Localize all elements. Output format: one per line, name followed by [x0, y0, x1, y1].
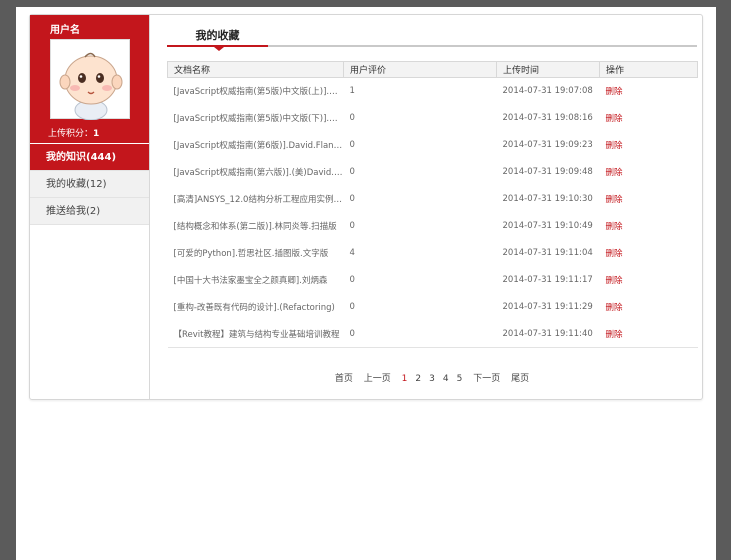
upload-time: 2014-07-31 19:11:17: [502, 275, 593, 285]
upload-points-value: 1: [93, 129, 100, 139]
sidebar-item-my-favorites[interactable]: 我的收藏(12): [30, 171, 149, 198]
document-name-link[interactable]: [中国十大书法家墨宝全之颜真卿].刘炳森: [168, 267, 344, 294]
delete-link[interactable]: 删除: [606, 87, 623, 97]
favorites-panel: 用户名 上传积分：1 我的知识(444) 我的收藏(12) 推送给我(2) 我的…: [29, 14, 703, 400]
rating-value: 0: [349, 113, 355, 123]
document-name-link[interactable]: [JavaScript权威指南(第5版)中文版(下)].David Flanag…: [168, 105, 344, 132]
rating-value: 0: [349, 302, 355, 312]
document-name-link[interactable]: 【Revit教程】建筑与结构专业基础培训教程: [167, 320, 344, 348]
upload-time: 2014-07-31 19:09:23: [502, 140, 593, 150]
table-row: [结构概念和体系(第二版)].林同炎等.扫描版 0 2014-07-31 19:10…: [168, 213, 698, 240]
action-cell: 删除: [600, 105, 698, 132]
rating-value: 0: [349, 194, 355, 204]
upload-points: 上传积分：1: [48, 126, 99, 139]
tab-active-indicator: [214, 47, 224, 51]
action-cell: 删除: [600, 159, 698, 186]
rating-value: 0: [349, 140, 355, 150]
upload-points-label: 上传积分：: [48, 129, 94, 139]
column-header-time: 上传时间: [496, 61, 600, 78]
page-background: 用户名 上传积分：1 我的知识(444) 我的收藏(12) 推送给我(2) 我的…: [16, 7, 716, 560]
avatar-baby-image: [59, 52, 123, 121]
upload-time: 2014-07-31 19:10:49: [502, 221, 593, 231]
delete-link[interactable]: 删除: [606, 141, 623, 151]
action-cell: 删除: [600, 186, 698, 213]
rating-value: 0: [349, 167, 355, 177]
upload-time: 2014-07-31 19:11:04: [502, 248, 593, 258]
pager-last[interactable]: 尾页: [511, 374, 529, 384]
document-name-link[interactable]: [重构-改善既有代码的设计].(Refactoring): [168, 294, 344, 321]
upload-time: 2014-07-31 19:10:30: [502, 194, 593, 204]
table-row: 【Revit教程】建筑与结构专业基础培训教程 0 2014-07-31 19:11:…: [167, 320, 698, 348]
action-cell: 删除: [599, 320, 698, 348]
table-header-row: 文档名称 用户评价 上传时间 操作: [167, 61, 698, 78]
action-cell: 删除: [600, 267, 698, 294]
document-name-link[interactable]: [JavaScript权威指南(第5版)中文版(上)].David Flanag…: [168, 78, 344, 105]
document-name-link[interactable]: [结构概念和体系(第二版)].林同炎等.扫描版: [168, 213, 344, 240]
action-cell: 删除: [600, 294, 698, 321]
pager-page-5[interactable]: 5: [457, 374, 463, 384]
sidebar-item-pushed-to-me[interactable]: 推送给我(2): [30, 198, 149, 225]
sidebar: 用户名 上传积分：1 我的知识(444) 我的收藏(12) 推送给我(2): [30, 15, 150, 399]
delete-link[interactable]: 删除: [606, 195, 623, 205]
column-header-name: 文档名称: [167, 61, 344, 78]
avatar[interactable]: [50, 39, 130, 121]
upload-time: 2014-07-31 19:07:08: [502, 86, 593, 97]
delete-link[interactable]: 删除: [606, 303, 623, 313]
delete-link[interactable]: 删除: [606, 114, 623, 124]
username: 用户名: [50, 25, 80, 36]
action-cell: 删除: [600, 240, 698, 267]
pager-page-4[interactable]: 4: [443, 374, 449, 384]
delete-link[interactable]: 删除: [606, 168, 623, 178]
upload-time: 2014-07-31 19:11:40: [496, 320, 600, 348]
pager-page-2[interactable]: 2: [415, 374, 421, 384]
table-row: [JavaScript权威指南(第6版)].David.Flanagan 0 201…: [168, 132, 698, 159]
table-row: [重构-改善既有代码的设计].(Refactoring) 0 2014-07-31 …: [168, 294, 698, 321]
sidebar-menu: 我的知识(444) 我的收藏(12) 推送给我(2): [30, 144, 149, 225]
pager-prev[interactable]: 上一页: [364, 374, 391, 384]
rating-value: 4: [349, 248, 355, 258]
delete-link[interactable]: 删除: [606, 276, 623, 286]
table-row: [中国十大书法家墨宝全之颜真卿].刘炳森 0 2014-07-31 19:11:17…: [168, 267, 698, 294]
table-row: [JavaScript权威指南(第六版)].(美)David.Flanagan 0…: [168, 159, 698, 186]
delete-link[interactable]: 删除: [606, 222, 623, 232]
pager-first[interactable]: 首页: [335, 374, 353, 384]
action-cell: 删除: [600, 78, 698, 105]
table-row: [高清]ANSYS_12.0结构分析工程应用实例解析 0 2014-07-31 19…: [168, 186, 698, 213]
column-header-rating: 用户评价: [343, 61, 497, 78]
pagination: 首页 上一页 12345 下一页 尾页: [167, 371, 697, 384]
user-profile-card: 用户名 上传积分：1: [30, 15, 149, 143]
sidebar-item-my-knowledge[interactable]: 我的知识(444): [30, 144, 149, 171]
document-name-link[interactable]: [JavaScript权威指南(第六版)].(美)David.Flanagan: [168, 159, 344, 186]
rating-value: 1: [349, 86, 355, 97]
table-row: [JavaScript权威指南(第5版)中文版(上)].David Flanag…: [168, 78, 698, 105]
action-cell: 删除: [600, 213, 698, 240]
tab-my-favorites[interactable]: 我的收藏: [167, 27, 268, 47]
pager-page-1[interactable]: 1: [402, 374, 408, 384]
pager-next[interactable]: 下一页: [473, 374, 500, 384]
delete-link[interactable]: 删除: [606, 330, 623, 340]
rating-value: 0: [349, 275, 355, 285]
column-header-action: 操作: [599, 61, 698, 78]
rating-value: 0: [343, 320, 497, 348]
document-name-link[interactable]: [JavaScript权威指南(第6版)].David.Flanagan: [168, 132, 344, 159]
table-row: [可爱的Python].哲思社区.插图版.文字版 4 2014-07-31 19:1…: [168, 240, 698, 267]
upload-time: 2014-07-31 19:11:29: [502, 302, 593, 312]
pager-page-list: 12345: [398, 374, 467, 384]
upload-time: 2014-07-31 19:08:16: [502, 113, 593, 123]
upload-time: 2014-07-31 19:09:48: [502, 167, 593, 177]
pager-page-3[interactable]: 3: [429, 374, 435, 384]
action-cell: 删除: [600, 132, 698, 159]
tab-bar: 我的收藏: [167, 27, 697, 51]
document-name-link[interactable]: [可爱的Python].哲思社区.插图版.文字版: [168, 240, 344, 267]
table-row: [JavaScript权威指南(第5版)中文版(下)].David Flanag…: [168, 105, 698, 132]
rating-value: 0: [349, 221, 355, 231]
favorites-table: 文档名称 用户评价 上传时间 操作 [JavaScript权威指南(第5版)中文…: [167, 61, 698, 348]
delete-link[interactable]: 删除: [606, 249, 623, 259]
document-name-link[interactable]: [高清]ANSYS_12.0结构分析工程应用实例解析: [168, 186, 344, 213]
